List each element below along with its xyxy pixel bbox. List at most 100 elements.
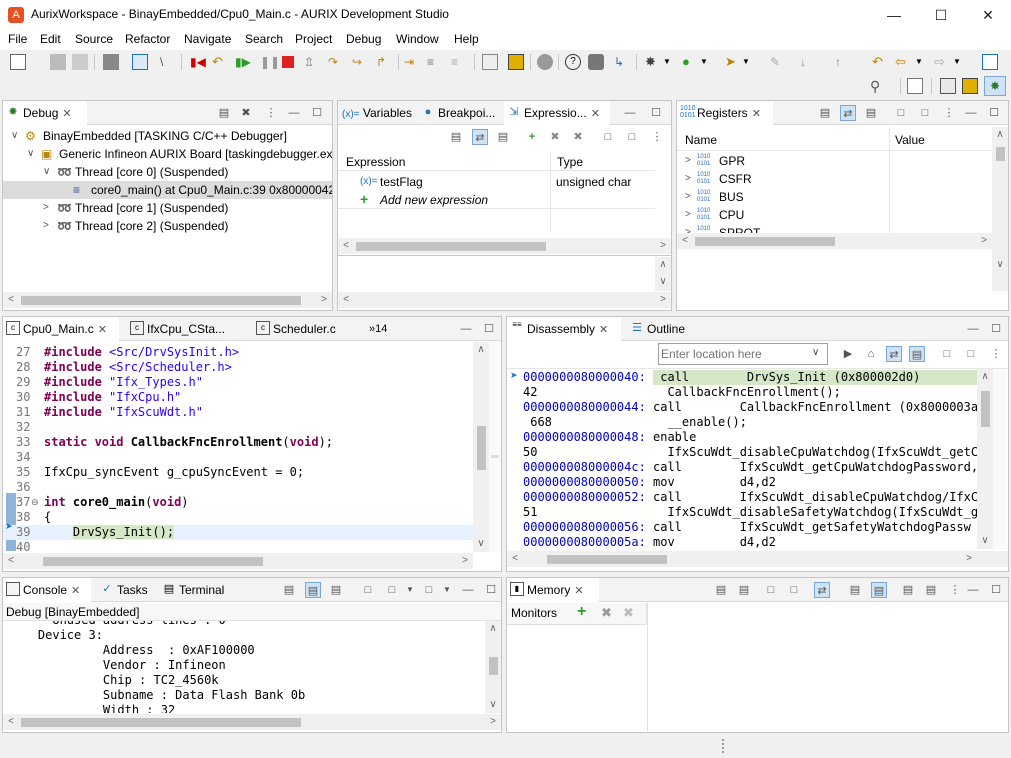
reset-icon[interactable]: ▮◀ xyxy=(190,54,206,70)
code-line[interactable]: 32 xyxy=(3,420,473,435)
close-tab-icon[interactable]: ✕ xyxy=(62,108,71,120)
column-type[interactable]: Type xyxy=(557,155,583,169)
minimize-button[interactable]: — xyxy=(871,0,917,30)
collapse-icon[interactable]: ▤ xyxy=(495,129,511,145)
code-line[interactable]: 35 IfxCpu_syncEvent g_cpuSyncEvent = 0; xyxy=(3,465,473,480)
code-line[interactable]: 34 xyxy=(3,450,473,465)
menu-file[interactable]: File xyxy=(8,32,27,46)
annotation-icon[interactable]: ↓ xyxy=(800,54,816,70)
disassembly-row[interactable]: 0000000080000040: call DrvSys_Init (0x80… xyxy=(507,370,977,385)
new-window-icon[interactable]: □ xyxy=(939,346,955,362)
remove-all-monitors-icon[interactable]: ✖ xyxy=(623,605,634,621)
minimize-view-icon[interactable]: — xyxy=(286,105,302,121)
disassembly-row[interactable]: 000000008000004c: call IfxScuWdt_getCpuWa… xyxy=(507,460,977,475)
close-tab-icon[interactable]: ✕ xyxy=(591,108,600,120)
tab-variables[interactable]: (x)= Variables xyxy=(338,101,414,125)
new-window-icon[interactable]: □ xyxy=(763,582,779,598)
code-line[interactable]: 39 DrvSys_Init(); xyxy=(3,525,473,540)
view-menu-icon[interactable]: ⋮ xyxy=(649,129,665,145)
debug-dropdown-icon[interactable]: ▼ xyxy=(663,54,679,70)
new-icon[interactable] xyxy=(10,54,26,70)
run-dropdown-icon[interactable]: ▼ xyxy=(700,54,716,70)
code-line[interactable]: 30 #include "IfxCpu.h" xyxy=(3,390,473,405)
minimize-view-icon[interactable]: — xyxy=(963,105,979,121)
maximize-panel-icon[interactable]: ☐ xyxy=(309,105,325,121)
menu-project[interactable]: Project xyxy=(295,32,332,46)
debug-config-icon[interactable] xyxy=(482,54,498,70)
maximize-view-icon[interactable] xyxy=(982,54,998,70)
open-console-dropdown-icon[interactable]: ▼ xyxy=(439,582,455,598)
debug-perspective-icon[interactable]: ✸ xyxy=(984,76,1006,96)
tools-dropdown-icon[interactable]: ▼ xyxy=(742,54,758,70)
disassembly-row[interactable]: 0000000080000056: call IfxScuWdt_getSafet… xyxy=(507,520,977,535)
register-group-row[interactable]: >1010 0101 GPR xyxy=(677,152,992,170)
expand-toggle-icon[interactable]: > xyxy=(43,217,49,235)
debug-tree-row[interactable]: ≡ core0_main() at Cpu0_Main.c:39 0x800000… xyxy=(3,181,332,199)
pin-icon[interactable]: □ xyxy=(624,129,640,145)
column-value[interactable]: Value xyxy=(895,133,925,147)
minimize-view-icon[interactable]: — xyxy=(965,582,981,598)
tab-ifxcpu-cstart[interactable]: c IfxCpu_CSta... xyxy=(127,317,237,341)
debug-tree-row[interactable]: > ➿ Thread [core 2] (Suspended) xyxy=(3,217,332,235)
chevron-down-icon[interactable]: ∨ xyxy=(812,347,819,358)
clear-console-icon[interactable]: ▤ xyxy=(281,582,297,598)
maximize-panel-icon[interactable]: ☐ xyxy=(648,105,664,121)
maximize-button[interactable]: ☐ xyxy=(918,0,964,30)
show-type-icon[interactable]: ⇄ xyxy=(472,129,488,145)
layout-icon[interactable]: ▤ xyxy=(900,582,916,598)
open-perspective-icon-2[interactable] xyxy=(907,78,923,94)
pin-console-icon[interactable]: □ xyxy=(360,582,376,598)
details-vscroll[interactable]: ∧ ∨ xyxy=(655,257,671,291)
forward-dropdown-icon[interactable]: ▼ xyxy=(953,54,969,70)
menu-edit[interactable]: Edit xyxy=(40,32,61,46)
minimize-view-icon[interactable]: — xyxy=(965,321,981,337)
help-icon[interactable]: ? xyxy=(565,54,581,70)
tab-outline[interactable]: ☰ Outline xyxy=(627,317,697,341)
expand-toggle-icon[interactable]: > xyxy=(685,170,691,188)
expand-toggle-icon[interactable]: ∨ xyxy=(11,127,18,145)
cc-perspective-icon[interactable] xyxy=(940,78,956,94)
disasm-hscroll[interactable]: < > xyxy=(507,551,1008,567)
link-icon[interactable]: ⇄ xyxy=(886,346,902,362)
build-icon[interactable] xyxy=(103,54,119,70)
pin-icon[interactable]: □ xyxy=(963,346,979,362)
expand-toggle-icon[interactable]: > xyxy=(685,188,691,206)
toggle-split-icon[interactable]: ▤ xyxy=(847,582,863,598)
disassembly-area[interactable]: 0000000080000040: call DrvSys_Init (0x80… xyxy=(507,369,977,549)
code-area[interactable]: 27 #include <Src/DrvSysInit.h> 28 #include … xyxy=(3,342,473,552)
tab-expressions[interactable]: ⇲ Expressio... ✕ xyxy=(504,101,610,125)
remove-all-icon[interactable]: ✖ xyxy=(570,129,586,145)
remove-icon[interactable]: ✖ xyxy=(547,129,563,145)
expand-toggle-icon[interactable]: > xyxy=(43,199,49,217)
step-over-icon[interactable]: ↪ xyxy=(352,54,368,70)
code-line[interactable]: 40 xyxy=(3,540,473,552)
drop-frame-icon[interactable]: ≡ xyxy=(451,54,467,70)
code-line[interactable]: 28 #include <Src/Scheduler.h> xyxy=(3,360,473,375)
goto-pc-icon[interactable]: ▶ xyxy=(840,346,856,362)
chip-icon[interactable] xyxy=(508,54,524,70)
display-dropdown-icon[interactable]: ▼ xyxy=(402,582,418,598)
tab-memory[interactable]: ▮ Memory ✕ xyxy=(507,578,599,602)
display-console-icon[interactable]: □ xyxy=(384,582,400,598)
registers-vscroll[interactable]: ∧ ∨ xyxy=(992,127,1008,291)
next-annotation-icon[interactable]: ↑ xyxy=(835,54,851,70)
code-line[interactable]: 33 static void CallbackFncEnrollment(void… xyxy=(3,435,473,450)
terminate-icon[interactable] xyxy=(282,56,294,68)
add-monitor-icon[interactable]: + xyxy=(577,603,586,621)
scroll-lock-icon[interactable]: ▤ xyxy=(305,582,321,598)
tab-registers[interactable]: 1010 0101 Registers ✕ xyxy=(677,101,773,125)
expand-toggle-icon[interactable]: > xyxy=(685,152,691,170)
chat-icon[interactable] xyxy=(588,54,604,70)
instruction-stepping-icon[interactable]: ⇥ xyxy=(404,54,420,70)
menu-window[interactable]: Window xyxy=(396,32,439,46)
fold-icon[interactable]: ⊖ xyxy=(31,497,39,508)
new-window-icon[interactable]: □ xyxy=(893,105,909,121)
source-toggle-icon[interactable]: ▤ xyxy=(909,346,925,362)
maximize-panel-icon[interactable]: ☐ xyxy=(988,321,1004,337)
new-window-icon[interactable]: □ xyxy=(600,129,616,145)
expression-row[interactable]: (x)= testFlag unsigned char xyxy=(338,173,655,191)
word-wrap-icon[interactable]: ▤ xyxy=(328,582,344,598)
tab-tasks[interactable]: ✓ Tasks xyxy=(97,578,155,602)
back-dropdown-icon[interactable]: ▼ xyxy=(915,54,931,70)
last-edit-icon[interactable]: ↶ xyxy=(872,54,888,70)
